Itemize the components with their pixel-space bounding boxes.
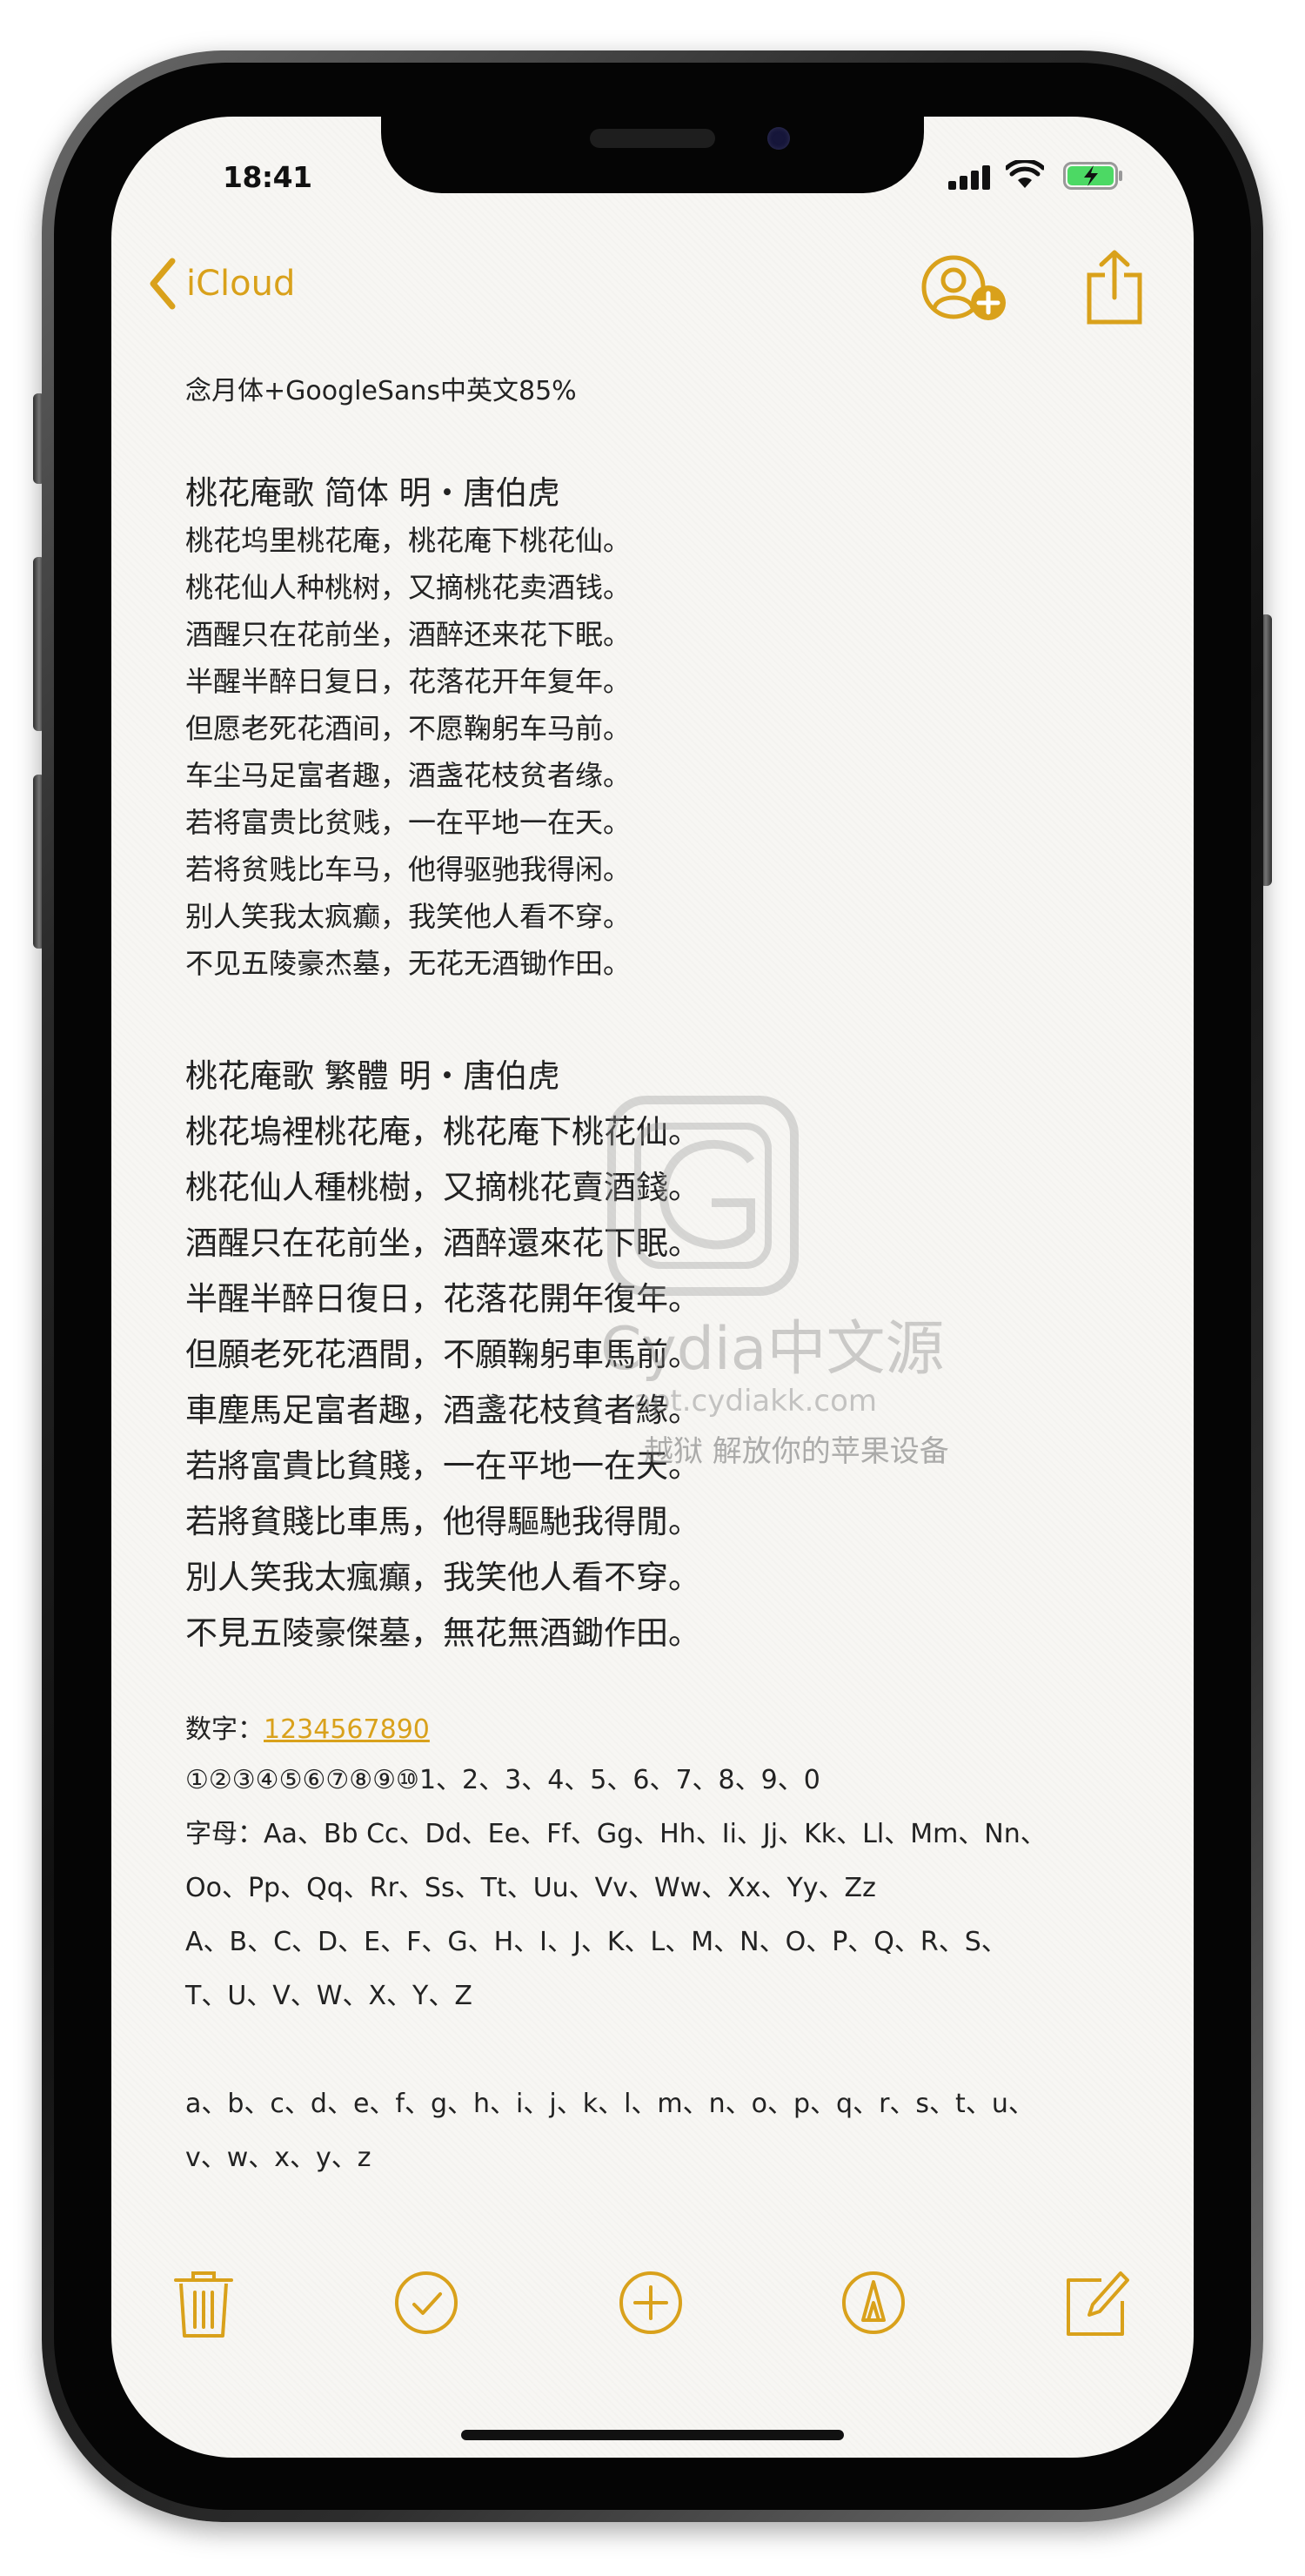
notes-screen: 18:41 iCloud 念月体+GoogleSans中英文85% 桃花庵歌 简…: [111, 117, 1194, 2458]
section1-line: 半醒半醉日复日，花落花开年复年。: [185, 665, 632, 698]
section1-line: 不见五陵豪杰墓，无花无酒锄作田。: [185, 947, 632, 980]
watermark-slogan: 越狱 解放你的苹果设备: [644, 1434, 949, 1469]
section1-line: 别人笑我太疯癫，我笑他人看不穿。: [185, 900, 632, 933]
circled-numbers-line: ①②③④⑤⑥⑦⑧⑨⑩1、2、3、4、5、6、7、8、9、0: [185, 1765, 820, 1795]
lowercase-line: v、w、x、y、z: [185, 2143, 371, 2173]
section1-heading: 桃花庵歌 简体 明・唐伯虎: [185, 474, 560, 512]
checklist-icon[interactable]: [392, 2266, 461, 2339]
wifi-icon: [1006, 160, 1044, 188]
front-camera: [767, 127, 790, 150]
watermark-url: apt.cydiakk.com: [633, 1384, 878, 1419]
cellular-signal-icon: [948, 164, 994, 190]
add-icon[interactable]: [616, 2266, 686, 2339]
uppercase-line: A、B、C、D、E、F、G、H、I、J、K、L、M、N、O、P、Q、R、S、: [185, 1927, 1007, 1957]
share-icon[interactable]: [1086, 249, 1143, 325]
back-label: iCloud: [186, 264, 296, 304]
compose-icon[interactable]: [1063, 2266, 1133, 2339]
note-title: 念月体+GoogleSans中英文85%: [185, 376, 577, 406]
section1-line: 桃花仙人种桃树，又摘桃花卖酒钱。: [185, 571, 632, 604]
watermark-logo-icon: [607, 1096, 799, 1296]
letters-line: 字母：Aa、Bb Cc、Dd、Ee、Ff、Gg、Hh、Ii、Jj、Kk、Ll、M…: [185, 1819, 1047, 1849]
section2-line: 若將富貴比貧賤，一在平地一在天。: [185, 1447, 700, 1485]
device-stage: 18:41 iCloud 念月体+GoogleSans中英文85% 桃花庵歌 简…: [0, 0, 1305, 2576]
section1-line: 桃花坞里桃花庵，桃花庵下桃花仙。: [185, 524, 632, 557]
home-indicator[interactable]: [461, 2430, 844, 2440]
section2-heading: 桃花庵歌 繁體 明・唐伯虎: [185, 1057, 560, 1095]
section2-line: 別人笑我太瘋癲，我笑他人看不穿。: [185, 1559, 700, 1596]
numbers-label: 数字：: [185, 1714, 264, 1745]
section1-line: 若将富贵比贫贱，一在平地一在天。: [185, 806, 632, 839]
section2-line: 車塵馬足富者趣，酒盞花枝貧者緣。: [185, 1392, 700, 1429]
battery-charging-icon: [1063, 162, 1122, 190]
section2-line: 若將貧賤比車馬，他得驅馳我得閒。: [185, 1503, 700, 1540]
lowercase-line: a、b、c、d、e、f、g、h、i、j、k、l、m、n、o、p、q、r、s、t、…: [185, 2089, 1034, 2119]
add-person-icon[interactable]: [920, 254, 1007, 324]
section1-line: 酒醒只在花前坐，酒醉还来花下眠。: [185, 618, 632, 651]
numbers-link[interactable]: 1234567890: [264, 1714, 430, 1745]
uppercase-line: T、U、V、W、X、Y、Z: [185, 1981, 472, 2011]
section1-line: 车尘马足富者趣，酒盏花枝贫者缘。: [185, 759, 632, 792]
trash-icon[interactable]: [169, 2266, 238, 2339]
watermark-title: Cydia中文源: [600, 1315, 945, 1384]
notch: [381, 117, 924, 193]
section1-line: 若将贫贱比车马，他得驱驰我得闲。: [185, 853, 632, 886]
section2-line: 不見五陵豪傑墓，無花無酒鋤作田。: [185, 1614, 700, 1652]
status-time: 18:41: [223, 160, 312, 194]
chevron-left-icon: [150, 258, 176, 310]
markup-icon[interactable]: [839, 2266, 908, 2339]
back-button[interactable]: iCloud: [146, 256, 295, 312]
section1-line: 但愿老死花酒间，不愿鞠躬车马前。: [185, 712, 632, 745]
earpiece-speaker: [590, 129, 715, 148]
numbers-line: 数字：1234567890: [185, 1707, 430, 1746]
letters-line: Oo、Pp、Qq、Rr、Ss、Tt、Uu、Vv、Ww、Xx、Yy、Zz: [185, 1873, 876, 1903]
